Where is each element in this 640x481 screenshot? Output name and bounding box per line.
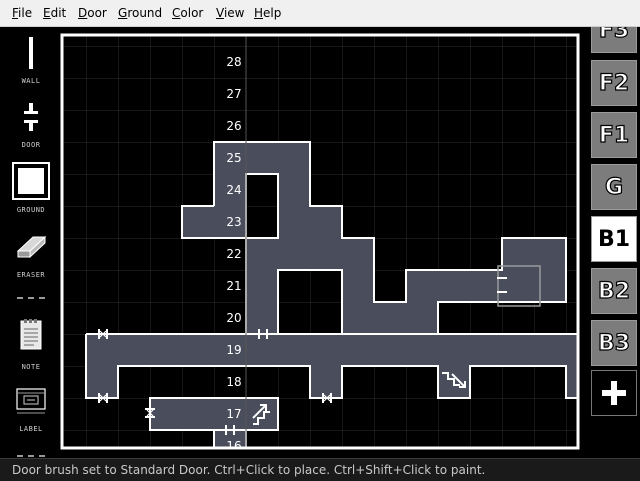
ground-icon [12, 162, 50, 200]
floor-selector: F3 F2 F1 G B1 B2 B3 [587, 27, 640, 458]
floor-button-b3[interactable]: B3 [591, 320, 637, 366]
eraser-tool-label: ERASER [16, 271, 46, 279]
note-icon [20, 319, 42, 350]
floor-button-f3[interactable]: F3 [591, 27, 637, 53]
map-canvas[interactable]: 29 28 27 26 25 24 23 22 21 20 19 18 17 1… [60, 27, 587, 458]
door-tool[interactable]: DOOR [6, 99, 56, 149]
row-label: 27 [226, 87, 241, 101]
floor-label: B3 [597, 330, 631, 356]
menu-help[interactable]: Help [254, 6, 281, 20]
door-tool-label: DOOR [21, 141, 41, 149]
row-label: 26 [226, 119, 241, 133]
door-icon [24, 103, 38, 131]
row-label: 28 [226, 55, 241, 69]
wall-tool[interactable]: WALL [6, 35, 56, 85]
floor-label: B1 [597, 226, 631, 252]
ground-tool[interactable]: GROUND [6, 162, 56, 214]
row-label: 22 [226, 247, 241, 261]
row-label: 23 [226, 215, 241, 229]
tool-palette: WALL DOOR GROUND ERASER NOTE LABEL [0, 27, 60, 458]
row-label: 19 [226, 343, 241, 357]
status-bar: Door brush set to Standard Door. Ctrl+Cl… [0, 458, 640, 481]
floor-label: G [604, 174, 624, 200]
floor-label: F3 [598, 27, 630, 43]
row-label: 20 [226, 311, 241, 325]
menu-view[interactable]: View [216, 6, 244, 20]
toolbar-divider [17, 297, 45, 299]
eraser-icon [16, 235, 47, 259]
row-label: 18 [226, 375, 241, 389]
floor-label: F2 [598, 70, 630, 96]
map-svg[interactable]: 29 28 27 26 25 24 23 22 21 20 19 18 17 1… [60, 27, 587, 458]
note-tool[interactable]: NOTE [6, 317, 56, 371]
wall-tool-label: WALL [21, 77, 41, 85]
status-text: Door brush set to Standard Door. Ctrl+Cl… [12, 463, 486, 477]
floor-button-g[interactable]: G [591, 164, 637, 210]
floor-label: B2 [597, 278, 631, 304]
wall-icon [29, 37, 33, 69]
floor-button-f1[interactable]: F1 [591, 112, 637, 158]
floor-button-f2[interactable]: F2 [591, 60, 637, 106]
row-label: 21 [226, 279, 241, 293]
plus-icon [602, 381, 626, 405]
note-tool-label: NOTE [21, 363, 41, 371]
label-tool[interactable]: LABEL [6, 383, 56, 433]
floor-label: F1 [598, 122, 630, 148]
menu-door[interactable]: Door [78, 6, 107, 20]
menu-color[interactable]: Color [172, 6, 203, 20]
menu-edit[interactable]: Edit [43, 6, 66, 20]
menu-ground[interactable]: Ground [118, 6, 162, 20]
ground-tool-label: GROUND [16, 206, 46, 214]
row-label: 17 [226, 407, 241, 421]
eraser-tool[interactable]: ERASER [6, 229, 56, 279]
menu-file[interactable]: File [12, 6, 32, 20]
menu-bar: File Edit Door Ground Color View Help [0, 0, 640, 27]
row-label: 25 [226, 151, 241, 165]
toolbar-divider [17, 455, 45, 457]
floor-button-b2[interactable]: B2 [591, 268, 637, 314]
floor-button-b1[interactable]: B1 [591, 216, 637, 262]
label-tool-label: LABEL [19, 425, 43, 433]
row-label: 24 [226, 183, 241, 197]
add-floor-button[interactable] [591, 370, 637, 416]
label-icon [16, 388, 46, 414]
